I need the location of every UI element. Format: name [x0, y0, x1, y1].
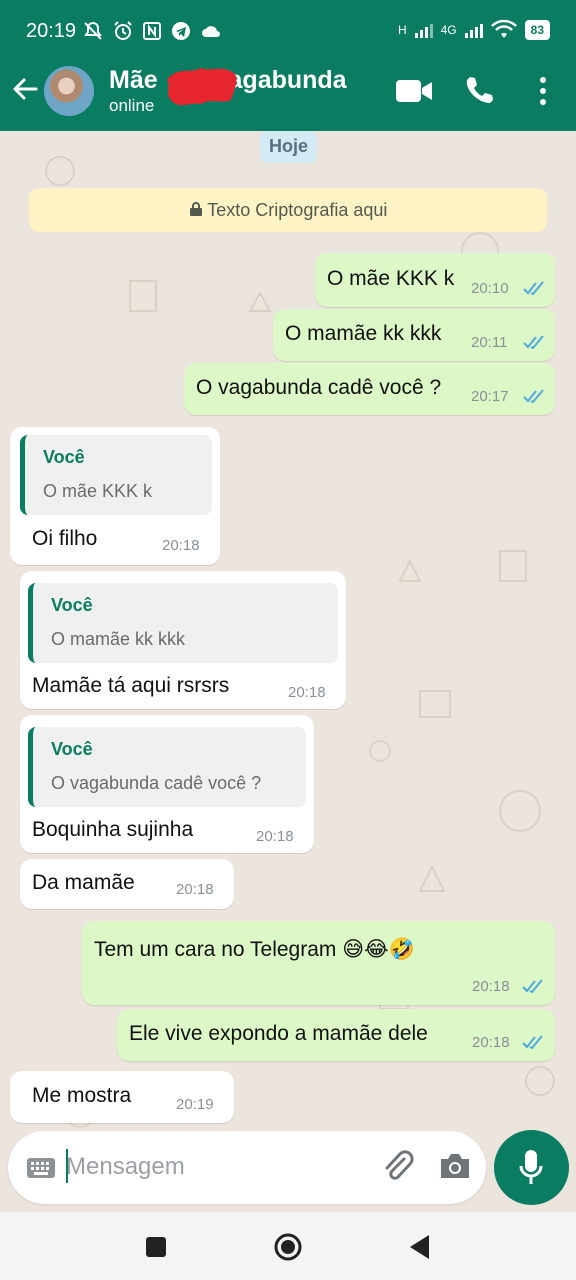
home-button-icon[interactable]	[273, 1232, 303, 1262]
telegram-icon	[172, 22, 190, 40]
nfc-icon	[143, 22, 161, 40]
message-time: 20:18	[176, 881, 214, 898]
message-text: Boquinha sujinha	[32, 818, 194, 841]
message-text: Ele vive expondo a mamãe dele	[129, 1022, 428, 1045]
message-composer[interactable]: Mensagem	[8, 1131, 486, 1204]
network-label-h: H	[397, 23, 407, 37]
chat-area[interactable]: Hoje Texto Criptografia aqui O mãe KKK k…	[0, 131, 576, 1131]
battery-icon: 83	[524, 20, 550, 40]
message-time: 20:11	[471, 334, 508, 351]
message-time: 20:18	[256, 828, 294, 845]
quote-text: O vagabunda cadê você ?	[51, 773, 262, 793]
alarm-icon	[114, 21, 132, 40]
attach-icon[interactable]	[380, 1149, 416, 1185]
message-bubble-incoming[interactable]: Me mostra 20:19	[10, 1071, 234, 1123]
mic-icon	[519, 1150, 543, 1184]
avatar[interactable]	[44, 66, 94, 116]
quote-author: Você	[51, 739, 93, 759]
message-text: O vagabunda cadê você ?	[196, 376, 442, 399]
quote-author: Você	[51, 595, 93, 615]
video-call-icon[interactable]	[395, 78, 433, 104]
message-bubble-incoming[interactable]: Você O mamãe kk kkk Mamãe tá aqui rsrsrs…	[20, 571, 346, 709]
phone-icon[interactable]	[462, 74, 494, 106]
message-text: Mamãe tá aqui rsrsrs	[32, 674, 230, 697]
message-text: Oi filho	[32, 527, 98, 550]
quoted-message[interactable]: Você O mamãe kk kkk	[28, 583, 338, 663]
mute-icon	[84, 21, 102, 40]
contact-name-first: Mãe	[109, 66, 158, 94]
network-label-4g: 4G	[440, 23, 457, 37]
contact-status: online	[109, 96, 155, 115]
quoted-message[interactable]: Você O mãe KKK k	[20, 435, 212, 515]
read-ticks-icon	[522, 1035, 543, 1049]
read-ticks-icon	[523, 281, 544, 295]
message-bubble-outgoing[interactable]: O vagabunda cadê você ? 20:17	[184, 363, 555, 415]
message-text: Me mostra	[32, 1084, 132, 1107]
quote-author: Você	[43, 447, 85, 467]
lock-icon	[189, 202, 202, 216]
message-time: 20:18	[472, 1034, 510, 1051]
message-time: 20:10	[471, 280, 509, 297]
read-ticks-icon	[523, 389, 544, 403]
chat-header[interactable]: Mãe Vagabunda online	[0, 62, 576, 131]
message-text: Da mamãe	[32, 871, 135, 894]
encryption-notice[interactable]: Texto Criptografia aqui	[29, 188, 547, 232]
more-vert-icon[interactable]	[536, 76, 550, 106]
quoted-message[interactable]: Você O vagabunda cadê você ?	[28, 727, 306, 807]
status-bar: 20:19 H 4G 83	[0, 0, 576, 62]
date-separator: Hoje	[260, 131, 317, 163]
camera-icon[interactable]	[438, 1151, 472, 1181]
message-text: O mãe KKK k	[327, 267, 455, 290]
message-text: Tem um cara no Telegram 😅😂🤣	[94, 938, 415, 961]
message-bubble-outgoing[interactable]: O mãe KKK k 20:10	[315, 253, 555, 307]
message-bubble-incoming[interactable]: Você O mãe KKK k Oi filho 20:18	[10, 427, 220, 565]
encryption-notice-text: Texto Criptografia aqui	[207, 200, 388, 220]
message-time: 20:18	[472, 978, 510, 995]
read-ticks-icon	[523, 335, 544, 349]
system-nav-bar	[0, 1212, 576, 1280]
status-time: 20:19	[26, 20, 77, 42]
mic-button[interactable]	[494, 1130, 569, 1205]
signal-icon	[414, 22, 433, 38]
message-bubble-incoming[interactable]: Da mamãe 20:18	[20, 859, 234, 909]
back-arrow-icon[interactable]	[10, 74, 40, 104]
keyboard-icon[interactable]	[26, 1157, 56, 1179]
message-time: 20:17	[471, 388, 509, 405]
message-time: 20:19	[176, 1096, 214, 1113]
signal-icon-2	[464, 22, 483, 38]
message-bubble-outgoing[interactable]: Ele vive expondo a mamãe dele 20:18	[117, 1009, 555, 1061]
top-bar: 20:19 H 4G 83 Mãe Vagabunda online	[0, 0, 576, 131]
message-input[interactable]: Mensagem	[66, 1153, 185, 1181]
message-bubble-outgoing[interactable]: O mamãe kk kkk 20:11	[273, 309, 555, 361]
back-button-icon[interactable]	[408, 1234, 430, 1260]
wifi-icon	[490, 20, 517, 38]
message-bubble-outgoing[interactable]: Tem um cara no Telegram 😅😂🤣 20:18	[82, 921, 555, 1005]
message-time: 20:18	[288, 684, 326, 701]
cloud-icon	[202, 26, 220, 37]
message-bubble-incoming[interactable]: Você O vagabunda cadê você ? Boquinha su…	[20, 715, 314, 853]
message-text: O mamãe kk kkk	[285, 322, 442, 345]
quote-text: O mãe KKK k	[43, 481, 153, 501]
quote-text: O mamãe kk kkk	[51, 629, 186, 649]
message-time: 20:18	[162, 537, 200, 554]
read-ticks-icon	[522, 979, 543, 993]
recents-button-icon[interactable]	[145, 1236, 167, 1258]
redaction-scribble	[167, 68, 237, 106]
